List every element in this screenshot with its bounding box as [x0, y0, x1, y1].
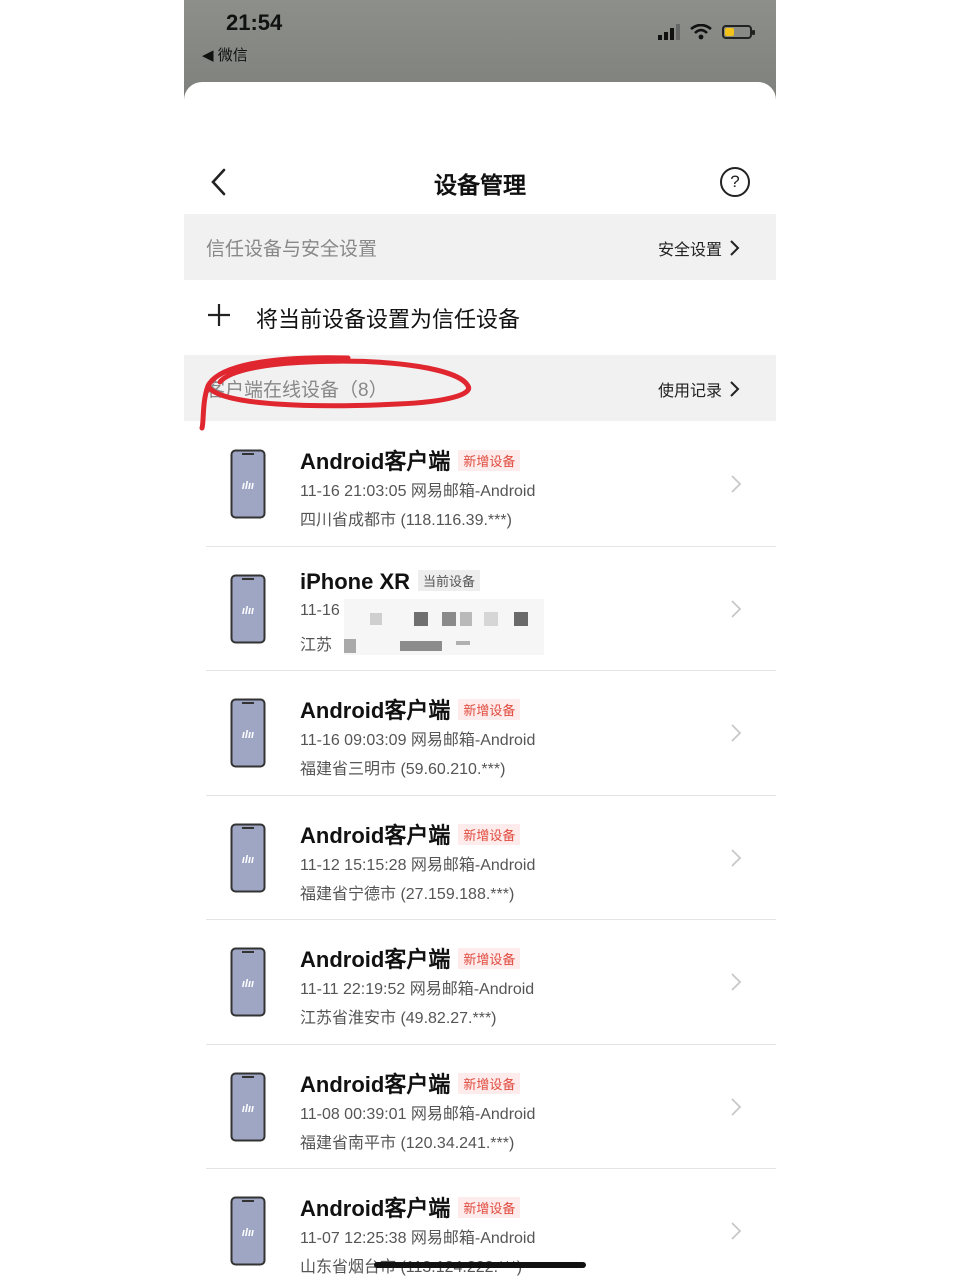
- chevron-right-icon[interactable]: [730, 848, 742, 868]
- device-location: 江苏: [300, 636, 333, 654]
- device-location: 福建省南平市 (120.34.241.***): [300, 1134, 515, 1152]
- svg-text:ılıı: ılıı: [242, 480, 254, 492]
- svg-text:ılıı: ılıı: [242, 729, 254, 741]
- device-name: Android客户端 新增设备: [300, 693, 521, 725]
- chevron-right-icon[interactable]: [730, 1097, 742, 1117]
- usage-history-link[interactable]: 使用记录: [658, 377, 722, 401]
- new-device-badge: 新增设备: [458, 699, 521, 720]
- new-device-badge: 新增设备: [458, 823, 521, 845]
- device-row[interactable]: ılıı Android客户端 新增设备 11-12 15:15:28 网易邮箱-…: [184, 796, 776, 920]
- device-location: 福建省宁德市 (27.159.188.***): [300, 885, 515, 903]
- device-name: Android客户端 新增设备: [300, 818, 521, 850]
- security-settings-link[interactable]: 安全设置: [658, 236, 722, 260]
- section-title: 信任设备与安全设置: [206, 239, 378, 260]
- wifi-icon: [690, 24, 712, 40]
- phone-device-icon: ılıı: [230, 823, 266, 892]
- phone-device-icon: ılıı: [230, 698, 266, 768]
- chevron-right-icon[interactable]: [730, 474, 742, 494]
- device-name-text: Android客户端: [300, 449, 451, 474]
- cellular-signal-icon: [658, 24, 680, 40]
- device-row[interactable]: ılıı Android客户端 新增设备 11-16 21:03:05 网易邮箱-…: [184, 422, 776, 547]
- device-login-time: 11-16: [300, 601, 340, 619]
- status-icons: [658, 24, 755, 40]
- current-device-badge: 当前设备: [418, 569, 481, 591]
- device-login-time: 11-07 12:25:38 网易邮箱-Android: [300, 1230, 536, 1247]
- new-device-badge: 新增设备: [458, 948, 521, 969]
- device-name-text: Android客户端: [300, 947, 451, 972]
- device-name-text: Android客户端: [300, 1196, 451, 1221]
- phone-screen: 21:54 ◀ 微信 设备管理 ? 信任设备与安全设置 安全设置 将当前设备设置…: [184, 0, 776, 1280]
- device-location: 四川省成都市 (118.116.39.***): [300, 512, 512, 529]
- svg-text:ılıı: ılıı: [242, 1103, 254, 1115]
- online-device-list: ılıı Android客户端 新增设备 11-16 21:03:05 网易邮箱-…: [184, 422, 776, 1280]
- help-icon[interactable]: ?: [720, 167, 750, 197]
- status-time: 21:54: [226, 10, 283, 35]
- redaction-mosaic: [344, 591, 544, 661]
- device-location: 江苏省淮安市 (49.82.27.***): [300, 1010, 497, 1027]
- device-name: Android客户端 新增设备: [300, 942, 521, 974]
- page-title: 设备管理: [434, 172, 526, 198]
- device-login-time: 11-16 09:03:09 网易邮箱-Android: [300, 732, 536, 749]
- svg-text:ılıı: ılıı: [242, 854, 254, 866]
- device-login-time: 11-12 15:15:28 网易邮箱-Android: [300, 856, 536, 874]
- device-login-time: 11-11 22:19:52 网易邮箱-Android: [300, 981, 535, 998]
- device-name-text: Android客户端: [300, 698, 451, 723]
- new-device-badge: 新增设备: [458, 1072, 521, 1094]
- device-row[interactable]: ılıı Android客户端 新增设备 11-11 22:19:52 网易邮箱-…: [184, 920, 776, 1045]
- phone-device-icon: ılıı: [230, 449, 266, 519]
- device-name: Android客户端 新增设备: [300, 444, 521, 476]
- chevron-right-icon[interactable]: [730, 723, 742, 743]
- battery-icon: [722, 25, 755, 39]
- new-device-badge: 新增设备: [458, 450, 521, 471]
- home-indicator[interactable]: [374, 1262, 586, 1268]
- phone-device-icon: ılıı: [230, 1196, 266, 1266]
- phone-device-icon: ılıı: [230, 1072, 266, 1141]
- back-to-app-link[interactable]: ◀ 微信: [202, 44, 248, 65]
- device-row[interactable]: ılıı Android客户端 新增设备 11-08 00:39:01 网易邮箱-…: [184, 1045, 776, 1169]
- phone-device-icon: ılıı: [230, 574, 266, 643]
- chevron-right-icon[interactable]: [730, 972, 742, 992]
- chevron-right-icon[interactable]: [730, 1221, 742, 1241]
- phone-device-icon: ılıı: [230, 947, 266, 1017]
- device-login-time: 11-16 21:03:05 网易邮箱-Android: [300, 483, 536, 500]
- hand-drawn-circle-annotation: [199, 355, 472, 431]
- device-name: Android客户端 新增设备: [300, 1191, 521, 1223]
- plus-icon[interactable]: [206, 302, 232, 328]
- chevron-right-icon[interactable]: [730, 599, 742, 619]
- svg-text:ılıı: ılıı: [242, 1227, 254, 1239]
- device-name-text: Android客户端: [300, 1071, 451, 1097]
- svg-text:ılıı: ılıı: [242, 978, 254, 990]
- device-name: Android客户端 新增设备: [300, 1067, 521, 1099]
- device-row[interactable]: ılıı iPhone XR 当前设备 11-16 江苏: [184, 547, 776, 671]
- chevron-right-icon[interactable]: [728, 238, 742, 258]
- device-location: 福建省三明市 (59.60.210.***): [300, 761, 506, 778]
- device-login-time: 11-08 00:39:01 网易邮箱-Android: [300, 1105, 536, 1123]
- add-trusted-device-label: 将当前设备设置为信任设备: [256, 307, 521, 332]
- device-name-text: Android客户端: [300, 822, 451, 848]
- new-device-badge: 新增设备: [458, 1197, 521, 1218]
- chevron-right-icon[interactable]: [728, 379, 742, 399]
- device-row[interactable]: ılıı Android客户端 新增设备 11-16 09:03:09 网易邮箱-…: [184, 671, 776, 796]
- svg-text:ılıı: ılıı: [242, 605, 254, 617]
- trusted-devices-section-header: 信任设备与安全设置 安全设置: [184, 214, 776, 280]
- add-trusted-device-row[interactable]: 将当前设备设置为信任设备: [184, 280, 776, 354]
- navigation-bar: 设备管理 ?: [184, 152, 776, 214]
